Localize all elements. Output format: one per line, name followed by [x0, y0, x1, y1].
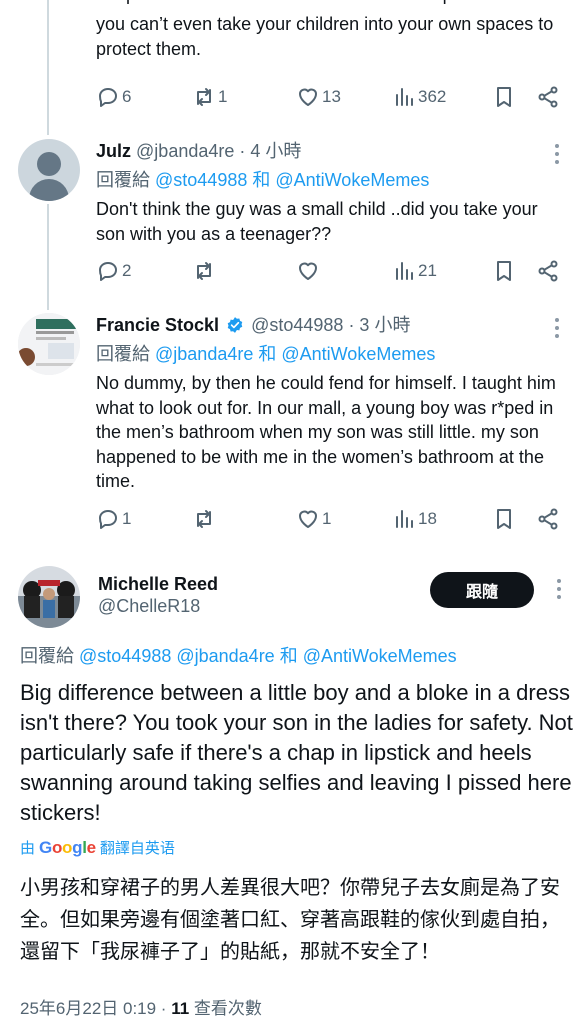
default-user-body: [29, 179, 69, 201]
reply-mentions[interactable]: @jbanda4re 和 @AntiWokeMemes: [155, 344, 435, 364]
more-options-icon[interactable]: [554, 318, 560, 342]
avatar-image: [18, 313, 80, 375]
reply-to: 回覆給 @jbanda4re 和 @AntiWokeMemes: [96, 342, 570, 366]
views-icon: [396, 510, 413, 528]
user-name[interactable]: Michelle Reed: [98, 574, 218, 595]
reply-button[interactable]: 6: [96, 83, 131, 111]
reply-prefix: 回覆給: [20, 646, 74, 666]
views-label: 查看次數: [189, 999, 262, 1018]
bookmark-button[interactable]: [492, 505, 516, 533]
views-button[interactable]: 362: [392, 83, 446, 111]
reply-mentions[interactable]: @sto44988 @jbanda4re 和 @AntiWokeMemes: [79, 646, 457, 666]
translated-text: 小男孩和穿裙子的男人差異很大吧？你帶兒子去女廁是為了安全。但如果旁邊有個塗著口紅…: [20, 877, 560, 963]
tweet[interactable]: Julz @jbanda4re · 4 小時 回覆給 @sto44988 和 @…: [0, 136, 588, 306]
bookmark-button[interactable]: [492, 257, 516, 285]
tweet-time[interactable]: · 4 小時: [239, 141, 301, 161]
user-name[interactable]: Julz: [96, 141, 131, 161]
share-icon: [538, 86, 558, 108]
views-icon: [396, 88, 413, 106]
reply-prefix: 回覆給: [96, 170, 150, 190]
tweet-text: No dummy, by then he could fend for hims…: [96, 373, 556, 491]
user-handle[interactable]: @sto44988: [251, 315, 343, 335]
views-icon: [396, 262, 413, 280]
retweet-icon: [197, 88, 211, 106]
reply-prefix: 回覆給: [96, 344, 150, 364]
tweet[interactable]: Francie Stockl @sto44988 · 3 小時 回覆給 @jba…: [0, 310, 588, 550]
retweet-icon: [197, 262, 211, 280]
bookmark-icon: [497, 261, 511, 281]
reply-button[interactable]: 2: [96, 257, 131, 285]
heart-icon: [299, 88, 317, 106]
like-button[interactable]: [296, 257, 320, 285]
heart-icon: [299, 510, 317, 528]
retweet-button[interactable]: [192, 505, 216, 533]
user-handle[interactable]: @jbanda4re: [136, 141, 234, 161]
follow-button[interactable]: 跟隨: [430, 572, 534, 608]
tweet-time[interactable]: · 3 小時: [348, 315, 410, 335]
share-icon: [538, 508, 558, 530]
google-logo: Google: [39, 837, 96, 857]
reply-mentions[interactable]: @sto44988 和 @AntiWokeMemes: [155, 170, 429, 190]
avatar[interactable]: [18, 313, 80, 375]
tweet-text: Don't think the guy was a small child ..…: [96, 199, 538, 244]
bookmark-icon: [497, 87, 511, 107]
default-user-head: [37, 152, 61, 176]
share-button[interactable]: [536, 257, 560, 285]
tweet-text: Big difference between a little boy and …: [20, 680, 573, 825]
like-button[interactable]: 1: [296, 505, 331, 533]
timestamp-text[interactable]: 25年6月22日 0:19 ·: [20, 999, 171, 1018]
views-button[interactable]: 18: [392, 505, 437, 533]
tweet-partial[interactable]: the pervs in men's bathroom. I never had…: [0, 0, 588, 130]
views-button[interactable]: 21: [392, 257, 437, 285]
avatar[interactable]: [18, 566, 80, 628]
bookmark-icon: [497, 509, 511, 529]
share-button[interactable]: [536, 505, 560, 533]
views-count: 11: [171, 999, 190, 1018]
more-options-icon[interactable]: [556, 579, 562, 603]
avatar-image: [18, 566, 80, 628]
reply-icon: [99, 88, 117, 107]
verified-badge-icon: [227, 317, 243, 333]
like-button[interactable]: 13: [296, 83, 341, 111]
more-options-icon[interactable]: [554, 144, 560, 168]
tweet-header: Francie Stockl @sto44988 · 3 小時: [96, 313, 570, 337]
user-name[interactable]: Francie Stockl: [96, 315, 219, 335]
translate-label[interactable]: 翻譯自英语: [100, 837, 175, 858]
translate-by-label: 由: [20, 840, 36, 857]
reply-to: 回覆給 @sto44988 @jbanda4re 和 @AntiWokeMeme…: [20, 642, 457, 668]
reply-to: 回覆給 @sto44988 和 @AntiWokeMemes: [96, 168, 570, 192]
avatar[interactable]: [18, 139, 80, 201]
bookmark-button[interactable]: [492, 83, 516, 111]
reply-icon: [99, 510, 117, 529]
tweet-text-cut: the pervs in men's bathroom. I never had…: [96, 0, 554, 7]
heart-icon: [299, 262, 317, 280]
tweet-header: Julz @jbanda4re · 4 小時: [96, 139, 570, 163]
user-handle[interactable]: @ChelleR18: [98, 596, 200, 617]
retweet-button[interactable]: 1: [192, 83, 227, 111]
retweet-button[interactable]: [192, 257, 216, 285]
reply-icon: [99, 262, 117, 281]
tweet-text: you can’t even take your children into y…: [96, 14, 554, 59]
translation-attribution[interactable]: 由 Google 翻譯自英语: [20, 837, 175, 858]
share-button[interactable]: [536, 83, 560, 111]
share-icon: [538, 260, 558, 282]
reply-button[interactable]: 1: [96, 505, 131, 533]
tweet-timestamp: 25年6月22日 0:19 · 11 查看次數: [20, 994, 262, 1019]
retweet-icon: [197, 510, 211, 528]
